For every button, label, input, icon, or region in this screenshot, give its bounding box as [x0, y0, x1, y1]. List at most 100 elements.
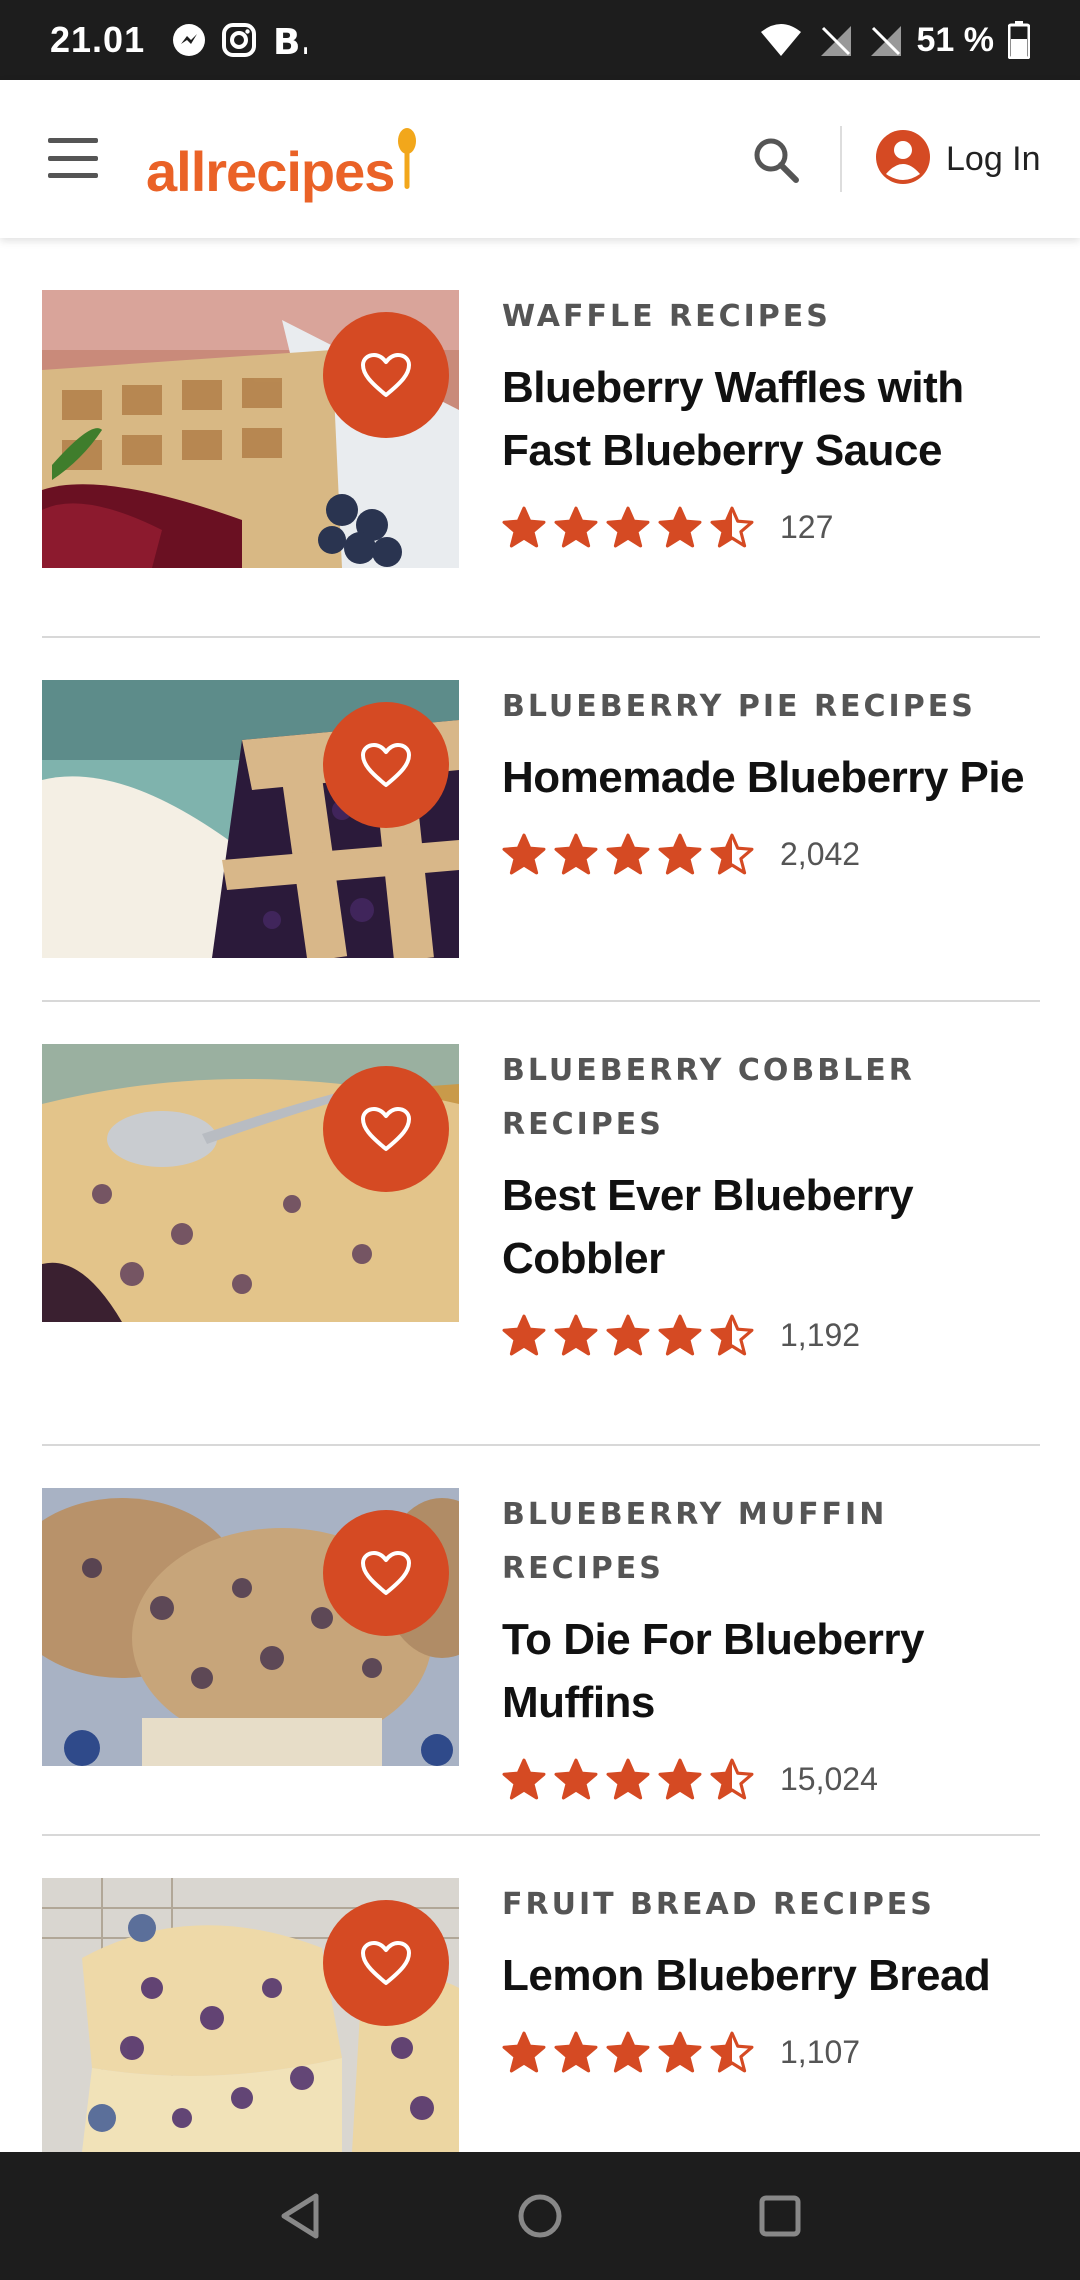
rating-count: 2,042: [780, 835, 861, 872]
recipe-info: WAFFLE RECIPES Blueberry Waffles with Fa…: [502, 290, 1042, 552]
card-divider: [42, 1000, 1040, 1002]
home-icon[interactable]: [510, 2186, 570, 2246]
status-bar: 21.01 B. 51 %: [0, 0, 1080, 80]
back-icon[interactable]: [270, 2186, 330, 2246]
recipe-category[interactable]: FRUIT BREAD RECIPES: [502, 1878, 1042, 1932]
star-full-icon: [502, 833, 546, 875]
login-button[interactable]: Log In: [876, 128, 1041, 190]
star-rating: [502, 2031, 754, 2073]
login-label: Log In: [946, 139, 1041, 178]
star-full-icon: [502, 1758, 546, 1800]
star-full-icon: [554, 1314, 598, 1356]
save-recipe-button[interactable]: [323, 312, 449, 438]
recipe-category[interactable]: BLUEBERRY COBBLER RECIPES: [502, 1044, 1042, 1152]
wifi-icon: [759, 22, 803, 58]
header-divider: [840, 126, 842, 192]
recipe-title[interactable]: Lemon Blueberry Bread: [502, 1944, 1042, 2007]
recipe-rating: 1,107: [502, 2027, 1042, 2077]
star-full-icon: [502, 506, 546, 548]
rating-count: 1,107: [780, 2033, 861, 2070]
recipe-image[interactable]: [42, 680, 459, 958]
recipe-title[interactable]: To Die For Blueberry Muffins: [502, 1608, 1042, 1734]
star-half-icon: [710, 1314, 754, 1356]
svg-text:B.: B.: [273, 22, 307, 59]
save-recipe-button[interactable]: [323, 1510, 449, 1636]
recipe-category[interactable]: WAFFLE RECIPES: [502, 290, 1042, 344]
b-app-icon: B.: [271, 21, 307, 59]
recipe-title[interactable]: Blueberry Waffles with Fast Blueberry Sa…: [502, 356, 1042, 482]
recipe-category[interactable]: BLUEBERRY PIE RECIPES: [502, 680, 1042, 734]
spoon-icon: [396, 127, 418, 196]
no-signal-icon: [867, 22, 903, 58]
recipe-info: BLUEBERRY MUFFIN RECIPES To Die For Blue…: [502, 1488, 1042, 1804]
instagram-icon: [221, 22, 257, 58]
recipe-title[interactable]: Best Ever Blueberry Cobbler: [502, 1164, 1042, 1290]
star-full-icon: [606, 833, 650, 875]
system-nav-bar: [0, 2152, 1080, 2280]
star-full-icon: [502, 2031, 546, 2073]
card-divider: [42, 636, 1040, 638]
rating-count: 15,024: [780, 1760, 878, 1797]
star-full-icon: [606, 1314, 650, 1356]
card-divider: [42, 1834, 1040, 1836]
system-icons: 51 %: [759, 20, 1030, 60]
recipe-image[interactable]: [42, 1488, 459, 1766]
recents-icon[interactable]: [750, 2186, 810, 2246]
no-signal-icon: [817, 22, 853, 58]
star-half-icon: [710, 1758, 754, 1800]
heart-icon: [360, 742, 412, 788]
star-full-icon: [606, 2031, 650, 2073]
messenger-icon: [171, 22, 207, 58]
recipe-image[interactable]: [42, 1878, 459, 2152]
star-full-icon: [554, 2031, 598, 2073]
allrecipes-logo[interactable]: allrecipes: [146, 120, 418, 200]
notification-icons: B.: [171, 21, 307, 59]
rating-count: 127: [780, 508, 834, 545]
star-full-icon: [554, 833, 598, 875]
card-divider: [42, 1444, 1040, 1446]
save-recipe-button[interactable]: [323, 1066, 449, 1192]
star-rating: [502, 506, 754, 548]
star-full-icon: [502, 1314, 546, 1356]
star-full-icon: [658, 2031, 702, 2073]
battery-icon: [1008, 21, 1030, 59]
star-half-icon: [710, 2031, 754, 2073]
recipe-image[interactable]: [42, 290, 459, 568]
rating-count: 1,192: [780, 1316, 861, 1353]
battery-percent: 51 %: [916, 20, 995, 59]
star-rating: [502, 1314, 754, 1356]
user-avatar-icon: [876, 129, 930, 189]
star-full-icon: [554, 506, 598, 548]
recipe-info: BLUEBERRY COBBLER RECIPES Best Ever Blue…: [502, 1044, 1042, 1360]
recipe-image[interactable]: [42, 1044, 459, 1322]
star-half-icon: [710, 833, 754, 875]
star-full-icon: [606, 506, 650, 548]
heart-icon: [360, 1550, 412, 1596]
menu-icon[interactable]: [48, 138, 98, 178]
heart-icon: [360, 1940, 412, 1986]
save-recipe-button[interactable]: [323, 1900, 449, 2026]
star-full-icon: [658, 1314, 702, 1356]
star-full-icon: [658, 506, 702, 548]
save-recipe-button[interactable]: [323, 702, 449, 828]
star-full-icon: [606, 1758, 650, 1800]
search-icon[interactable]: [748, 132, 804, 188]
logo-text: allrecipes: [146, 140, 395, 203]
star-full-icon: [554, 1758, 598, 1800]
heart-icon: [360, 352, 412, 398]
star-rating: [502, 833, 754, 875]
star-full-icon: [658, 1758, 702, 1800]
recipe-rating: 1,192: [502, 1310, 1042, 1360]
recipe-rating: 2,042: [502, 829, 1042, 879]
star-full-icon: [658, 833, 702, 875]
star-half-icon: [710, 506, 754, 548]
recipe-info: BLUEBERRY PIE RECIPES Homemade Blueberry…: [502, 680, 1042, 879]
recipe-title[interactable]: Homemade Blueberry Pie: [502, 746, 1042, 809]
status-time: 21.01: [50, 19, 146, 60]
heart-icon: [360, 1106, 412, 1152]
recipe-category[interactable]: BLUEBERRY MUFFIN RECIPES: [502, 1488, 1042, 1596]
app-header: allrecipes Log In: [0, 80, 1080, 238]
recipe-info: FRUIT BREAD RECIPES Lemon Blueberry Brea…: [502, 1878, 1042, 2077]
star-rating: [502, 1758, 754, 1800]
recipe-rating: 127: [502, 502, 1042, 552]
